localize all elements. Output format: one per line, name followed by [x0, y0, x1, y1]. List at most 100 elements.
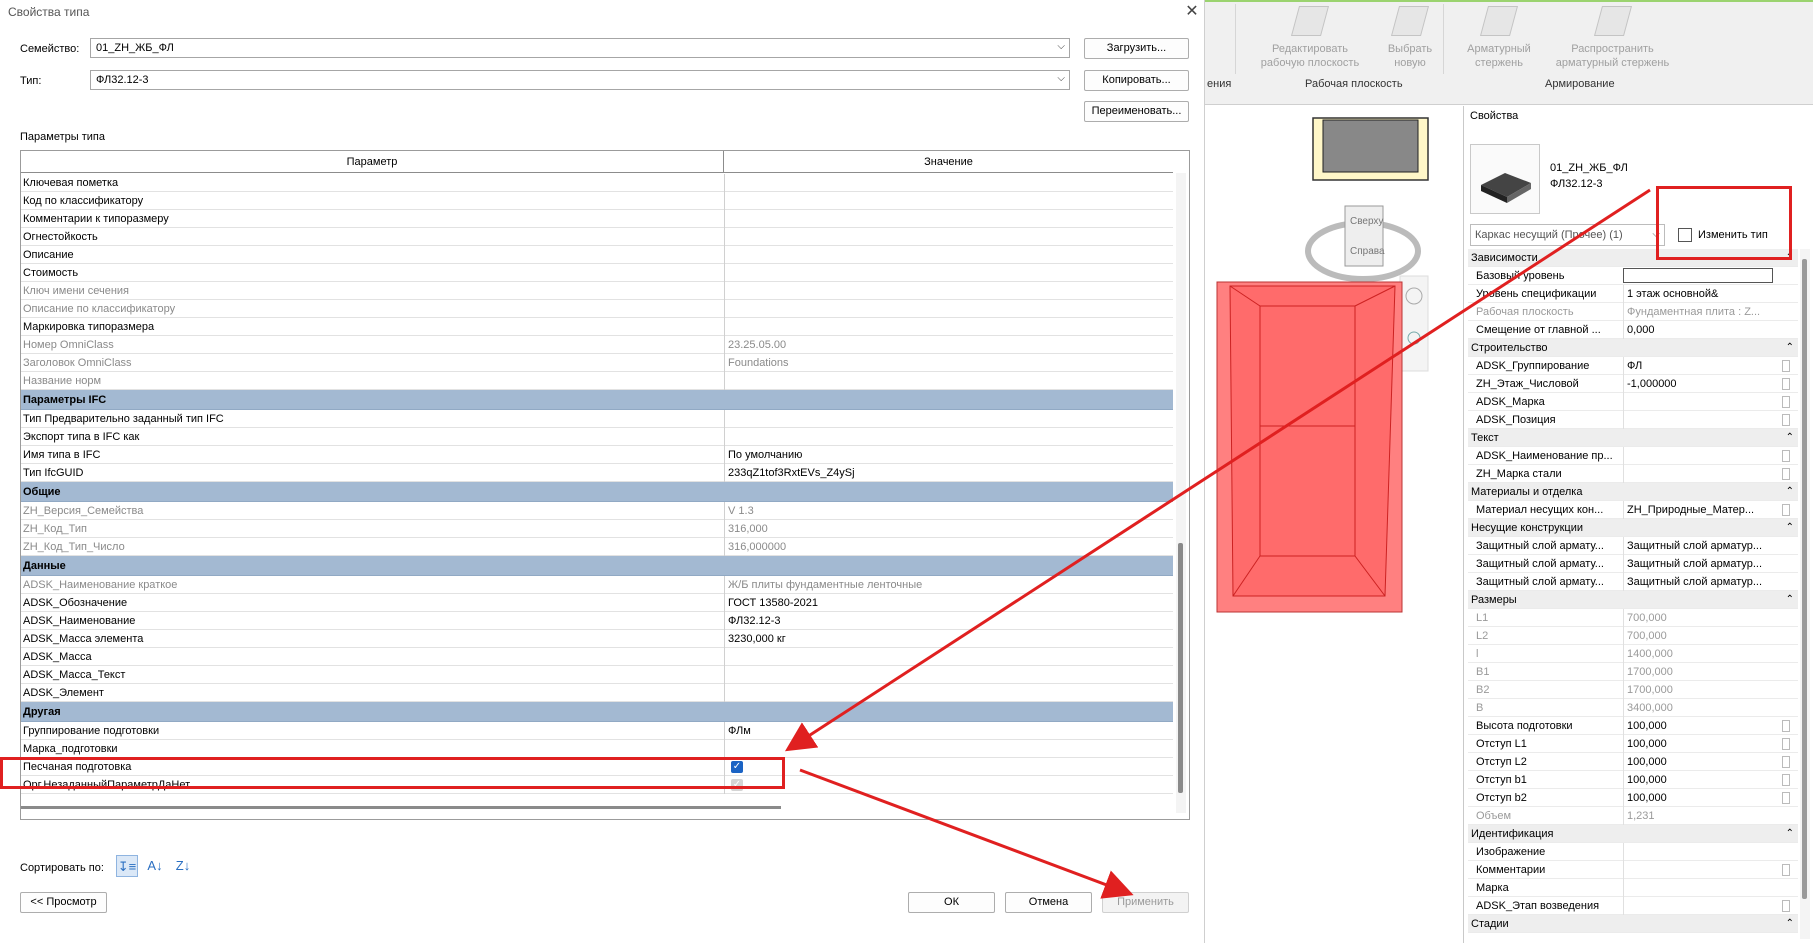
- collapse-icon[interactable]: ⌃: [1786, 519, 1794, 537]
- type-name-line2[interactable]: ФЛ32.12-3: [1550, 178, 1603, 190]
- property-value[interactable]: ФЛ: [1623, 357, 1788, 375]
- grid-row[interactable]: Ключ имени сечения: [21, 282, 1173, 300]
- grid-row[interactable]: Описание по классификатору: [21, 300, 1173, 318]
- property-value[interactable]: Защитный слой арматур...: [1623, 555, 1788, 573]
- property-group-header[interactable]: Размеры ⌃: [1468, 591, 1798, 609]
- property-value[interactable]: 1 этаж основной&: [1623, 285, 1788, 303]
- grid-vertical-scrollbar[interactable]: [1176, 173, 1186, 813]
- grid-row[interactable]: Имя типа в IFC По умолчанию: [21, 446, 1173, 464]
- property-row[interactable]: Защитный слой армату... Защитный слой арм…: [1468, 537, 1798, 555]
- 3d-viewport[interactable]: Сверху Справа: [1205, 106, 1463, 943]
- param-value[interactable]: [724, 428, 1173, 446]
- property-row[interactable]: L1 700,000: [1468, 609, 1798, 627]
- param-value[interactable]: ✓: [724, 758, 1173, 776]
- param-value[interactable]: ФЛм: [724, 722, 1173, 740]
- column-header-value[interactable]: Значение: [724, 151, 1173, 173]
- param-value[interactable]: 233qZ1tof3RxtEVs_Z4ySj: [724, 464, 1173, 482]
- property-row[interactable]: ADSK_Марка: [1468, 393, 1798, 411]
- grid-row[interactable]: ADSK_Масса: [21, 648, 1173, 666]
- grid-row[interactable]: ZH_Код_Тип_Число 316,000000: [21, 538, 1173, 556]
- sort-descending-icon[interactable]: Z↓: [172, 855, 194, 877]
- property-input[interactable]: [1623, 268, 1773, 283]
- associate-param-button[interactable]: [1782, 504, 1790, 516]
- associate-param-button[interactable]: [1782, 792, 1790, 804]
- property-value[interactable]: 100,000: [1623, 753, 1788, 771]
- property-value[interactable]: [1623, 897, 1788, 915]
- param-value[interactable]: [724, 666, 1173, 684]
- property-value[interactable]: [1623, 411, 1788, 429]
- param-value[interactable]: [724, 282, 1173, 300]
- param-value[interactable]: По умолчанию: [724, 446, 1173, 464]
- property-value[interactable]: ZH_Природные_Матер...: [1623, 501, 1788, 519]
- grid-horizontal-scrollbar[interactable]: [21, 806, 781, 809]
- associate-param-button[interactable]: [1782, 720, 1790, 732]
- collapse-icon[interactable]: ⌃: [1786, 429, 1794, 447]
- param-value[interactable]: Ж/Б плиты фундаментные ленточные: [724, 576, 1173, 594]
- property-row[interactable]: Защитный слой армату... Защитный слой арм…: [1468, 555, 1798, 573]
- property-value[interactable]: Защитный слой арматур...: [1623, 537, 1788, 555]
- property-row[interactable]: Высота подготовки 100,000: [1468, 717, 1798, 735]
- associate-param-button[interactable]: [1782, 756, 1790, 768]
- property-value[interactable]: 700,000: [1623, 627, 1788, 645]
- param-value[interactable]: 23.25.05.00: [724, 336, 1173, 354]
- sort-order-icon[interactable]: ↧≡: [116, 855, 138, 877]
- property-value[interactable]: [1623, 843, 1788, 861]
- property-row[interactable]: ADSK_Этап возведения: [1468, 897, 1798, 915]
- property-value[interactable]: [1623, 879, 1788, 897]
- property-group-header[interactable]: Стадии ⌃: [1468, 915, 1798, 933]
- param-value[interactable]: ✓: [724, 776, 1173, 794]
- associate-param-button[interactable]: [1782, 360, 1790, 372]
- param-value[interactable]: [724, 410, 1173, 428]
- property-row[interactable]: Марка: [1468, 879, 1798, 897]
- param-value[interactable]: [724, 318, 1173, 336]
- param-value[interactable]: 3230,000 кг: [724, 630, 1173, 648]
- type-combo[interactable]: ФЛ32.12-3 ⌵: [90, 70, 1070, 90]
- param-value[interactable]: 316,000000: [724, 538, 1173, 556]
- property-row[interactable]: ZH_Марка стали: [1468, 465, 1798, 483]
- rebar-tool[interactable]: Арматурный стержень: [1449, 6, 1549, 70]
- param-value[interactable]: [724, 210, 1173, 228]
- grid-row[interactable]: Тип Предварительно заданный тип IFC: [21, 410, 1173, 428]
- property-group-header[interactable]: Строительство ⌃: [1468, 339, 1798, 357]
- property-row[interactable]: Отступ L2 100,000: [1468, 753, 1798, 771]
- property-row[interactable]: Смещение от главной ... 0,000: [1468, 321, 1798, 339]
- property-value[interactable]: 700,000: [1623, 609, 1788, 627]
- grid-row[interactable]: Маркировка типоразмера: [21, 318, 1173, 336]
- grid-row[interactable]: ZH_Код_Тип 316,000: [21, 520, 1173, 538]
- viewcube-top-label[interactable]: Сверху: [1350, 216, 1383, 227]
- property-group-header[interactable]: Идентификация ⌃: [1468, 825, 1798, 843]
- associate-param-button[interactable]: [1782, 414, 1790, 426]
- param-value[interactable]: ГОСТ 13580-2021: [724, 594, 1173, 612]
- param-value[interactable]: [724, 648, 1173, 666]
- param-value[interactable]: 316,000: [724, 520, 1173, 538]
- grid-group-header[interactable]: Данные: [21, 556, 1173, 576]
- collapse-icon[interactable]: ⌃: [1786, 591, 1794, 609]
- associate-param-button[interactable]: [1782, 468, 1790, 480]
- associate-param-button[interactable]: [1782, 864, 1790, 876]
- param-value[interactable]: [724, 174, 1173, 192]
- property-value[interactable]: 100,000: [1623, 735, 1788, 753]
- grid-row[interactable]: ADSK_Обозначение ГОСТ 13580-2021: [21, 594, 1173, 612]
- property-row[interactable]: Уровень спецификации 1 этаж основной&: [1468, 285, 1798, 303]
- preview-button[interactable]: << Просмотр: [20, 892, 107, 913]
- apply-button[interactable]: Применить: [1102, 892, 1189, 913]
- property-group-header[interactable]: Материалы и отделка ⌃: [1468, 483, 1798, 501]
- associate-param-button[interactable]: [1782, 450, 1790, 462]
- property-row[interactable]: Комментарии: [1468, 861, 1798, 879]
- param-value[interactable]: [724, 264, 1173, 282]
- grid-row[interactable]: ADSK_Наименование ФЛ32.12-3: [21, 612, 1173, 630]
- param-value[interactable]: ФЛ32.12-3: [724, 612, 1173, 630]
- property-value[interactable]: -1,000000: [1623, 375, 1788, 393]
- property-row[interactable]: B2 1700,000: [1468, 681, 1798, 699]
- properties-scrollbar[interactable]: [1800, 249, 1810, 939]
- scrollbar-thumb[interactable]: [1178, 543, 1183, 793]
- param-value[interactable]: V 1.3: [724, 502, 1173, 520]
- property-value[interactable]: [1623, 393, 1788, 411]
- scrollbar-thumb[interactable]: [1802, 259, 1807, 899]
- param-value[interactable]: [724, 246, 1173, 264]
- grid-row[interactable]: Группирование подготовки ФЛм: [21, 722, 1173, 740]
- grid-group-header[interactable]: Общие: [21, 482, 1173, 502]
- grid-row[interactable]: Ключевая пометка: [21, 174, 1173, 192]
- ok-button[interactable]: ОК: [908, 892, 995, 913]
- property-row[interactable]: ADSK_Наименование пр...: [1468, 447, 1798, 465]
